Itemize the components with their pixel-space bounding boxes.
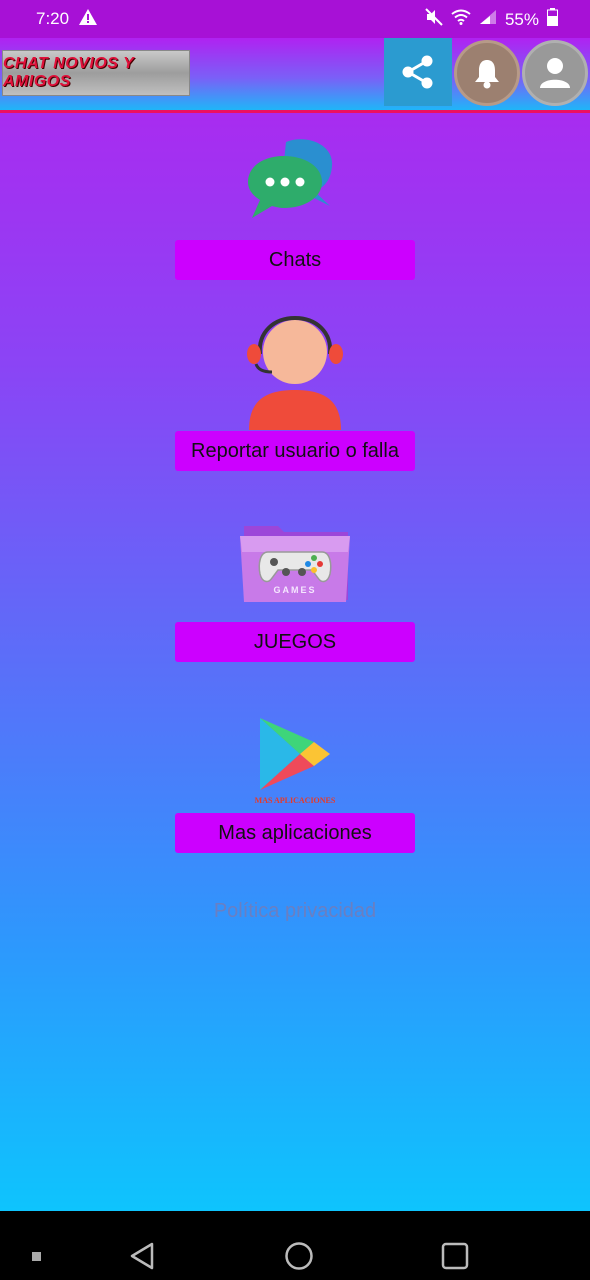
chats-button[interactable]: Chats bbox=[175, 240, 415, 280]
signal-icon bbox=[479, 9, 497, 30]
share-icon bbox=[402, 55, 433, 89]
games-button[interactable]: JUEGOS bbox=[175, 622, 415, 662]
warning-icon bbox=[78, 8, 98, 31]
chat-bubbles-icon bbox=[248, 139, 333, 218]
bell-icon bbox=[475, 60, 499, 89]
mute-icon bbox=[425, 8, 443, 31]
share-button[interactable] bbox=[384, 38, 452, 106]
back-icon[interactable] bbox=[128, 1241, 156, 1271]
wifi-icon bbox=[451, 9, 471, 30]
games-icon-label: GAMES bbox=[273, 585, 317, 595]
menu-dot-icon[interactable] bbox=[32, 1252, 41, 1261]
notifications-button[interactable] bbox=[454, 40, 520, 106]
more-apps-button[interactable]: Mas aplicaciones bbox=[175, 813, 415, 853]
app-screen: 7:20 55% CHAT NOVIOS Y AMIGOS Chats Repo… bbox=[0, 0, 590, 1211]
logo-text: CHAT NOVIOS Y AMIGOS bbox=[3, 55, 134, 90]
play-store-icon bbox=[260, 718, 330, 790]
status-icons: 55% bbox=[425, 8, 558, 31]
app-logo: CHAT NOVIOS Y AMIGOS bbox=[2, 50, 190, 96]
header-divider bbox=[0, 110, 590, 113]
report-button[interactable]: Reportar usuario o falla bbox=[175, 431, 415, 471]
system-nav-bar bbox=[0, 1211, 590, 1280]
status-bar: 7:20 55% bbox=[0, 0, 590, 38]
status-time: 7:20 bbox=[36, 9, 70, 28]
support-agent-icon bbox=[247, 315, 343, 430]
app-header: CHAT NOVIOS Y AMIGOS bbox=[0, 38, 590, 113]
home-icon[interactable] bbox=[284, 1241, 314, 1271]
recents-icon[interactable] bbox=[441, 1242, 469, 1270]
battery-icon bbox=[547, 8, 558, 31]
profile-button[interactable] bbox=[522, 40, 588, 106]
privacy-policy-link[interactable]: Política privacidad bbox=[0, 900, 590, 923]
user-icon bbox=[540, 58, 570, 88]
apps-icon-label: MAS APLICACIONES bbox=[254, 796, 336, 805]
battery-percent: 55% bbox=[504, 9, 539, 29]
